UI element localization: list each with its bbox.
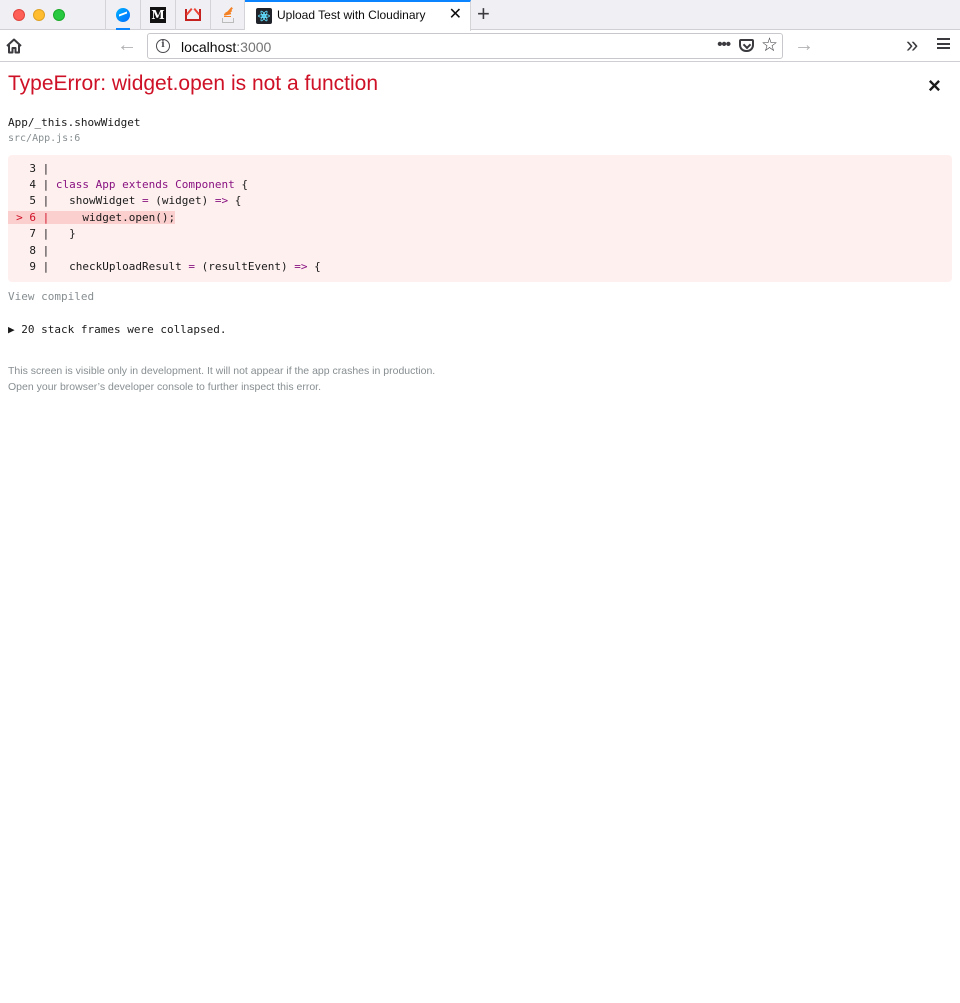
back-button[interactable]: ← <box>117 34 137 57</box>
window-minimize-button[interactable] <box>33 9 45 21</box>
view-compiled-link[interactable]: View compiled <box>8 290 94 303</box>
tab-strip: M Upload Test with Cloudinary ✕ + <box>0 0 960 31</box>
code-snippet: 3 | 4 | class App extends Component { 5 … <box>8 155 952 282</box>
url-port: :3000 <box>236 39 272 55</box>
tab-close-icon[interactable]: ✕ <box>449 6 462 24</box>
stack-frame-file[interactable]: src/App.js:6 <box>8 133 80 144</box>
window-close-button[interactable] <box>13 9 25 21</box>
bookmark-star-icon[interactable]: ☆ <box>761 34 778 57</box>
url-bar[interactable]: i localhost:3000 ••• ☆ <box>147 33 783 59</box>
pinned-tab-messenger[interactable] <box>105 0 140 30</box>
pinned-tab-gmail[interactable] <box>175 0 210 30</box>
gmail-icon <box>185 9 201 21</box>
tab-title: Upload Test with Cloudinary <box>277 8 426 22</box>
page-actions-icon[interactable]: ••• <box>717 36 731 53</box>
code-line: 7 | } <box>29 227 76 240</box>
home-icon[interactable] <box>5 37 23 55</box>
error-title: TypeError: widget.open is not a function <box>8 72 379 95</box>
tab-upload-test[interactable]: Upload Test with Cloudinary ✕ <box>245 0 471 31</box>
code-line: 9 | checkUploadResult = (resultEvent) =>… <box>29 260 321 273</box>
code-line: 8 | <box>29 244 50 257</box>
messenger-icon <box>116 8 130 22</box>
pocket-icon[interactable] <box>739 39 754 52</box>
pinned-tab-stackoverflow[interactable] <box>210 0 245 30</box>
dev-only-note: This screen is visible only in developme… <box>8 363 435 395</box>
url-host: localhost <box>181 39 237 55</box>
pinned-tab-medium[interactable]: M <box>140 0 175 30</box>
footer-line-1: This screen is visible only in developme… <box>8 365 436 377</box>
error-overlay: TypeError: widget.open is not a function… <box>0 62 960 1003</box>
stack-frame-name: App/_this.showWidget <box>8 116 141 129</box>
hamburger-menu-icon[interactable] <box>937 38 950 49</box>
overflow-menu-icon[interactable]: » <box>906 32 918 58</box>
code-line: 4 | class App extends Component { <box>29 178 248 191</box>
forward-button[interactable]: → <box>794 34 814 57</box>
code-line: 3 | <box>29 162 50 175</box>
footer-line-2: Open your browser’s developer console to… <box>8 381 322 393</box>
close-icon[interactable]: × <box>928 74 941 98</box>
stackoverflow-icon <box>221 6 235 23</box>
info-icon[interactable]: i <box>156 39 170 53</box>
code-line: 5 | showWidget = (widget) => { <box>29 194 242 207</box>
url-text[interactable]: localhost:3000 <box>181 39 271 55</box>
collapsed-frames-toggle[interactable]: ▶ 20 stack frames were collapsed. <box>8 323 227 336</box>
react-icon <box>256 8 272 24</box>
navigation-toolbar: ← i localhost:3000 ••• ☆ → » <box>0 31 960 62</box>
medium-icon: M <box>150 7 166 23</box>
new-tab-button[interactable]: + <box>477 2 490 26</box>
code-line-highlighted: > 6 | widget.open(); <box>8 210 176 226</box>
window-zoom-button[interactable] <box>53 9 65 21</box>
